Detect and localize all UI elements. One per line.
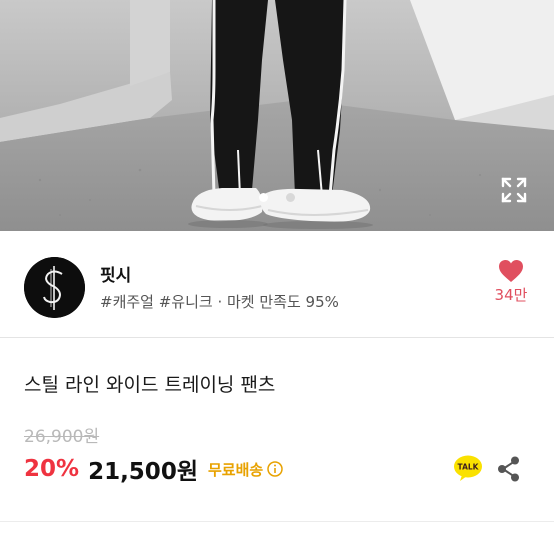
seller-tags: #캐주얼 #유니크 · 마켓 만족도 95% xyxy=(100,293,339,311)
seller-avatar[interactable] xyxy=(24,257,85,318)
price-row: 20% 21,500원 무료배송 xyxy=(24,452,283,486)
seller-name[interactable]: 핏시 xyxy=(100,261,131,286)
slide-dot-active[interactable] xyxy=(259,193,268,202)
kakao-talk-icon: TALK xyxy=(454,455,482,481)
product-image[interactable] xyxy=(0,0,554,231)
like-count: 34만 xyxy=(494,286,528,304)
seller-section: 핏시 #캐주얼 #유니크 · 마켓 만족도 95% 34만 xyxy=(0,231,554,336)
discount-rate: 20% xyxy=(24,456,80,482)
dollar-sign-logo-icon xyxy=(24,257,85,318)
product-title: 스틸 라인 와이드 트레이닝 팬츠 xyxy=(24,374,276,396)
info-icon[interactable] xyxy=(267,461,283,477)
slide-dot[interactable] xyxy=(286,193,295,202)
original-price: 26,900원 xyxy=(24,427,100,447)
bottom-divider xyxy=(0,521,554,522)
section-divider xyxy=(0,337,554,338)
expand-icon[interactable] xyxy=(500,176,528,204)
heart-icon xyxy=(499,260,523,282)
free-shipping-label: 무료배송 xyxy=(207,460,264,479)
share-button[interactable] xyxy=(496,455,522,483)
talk-label: TALK xyxy=(458,463,480,472)
share-icon xyxy=(498,456,519,482)
sale-price: 21,500원 xyxy=(88,459,198,485)
like-button[interactable]: 34만 xyxy=(488,259,534,315)
slide-indicator xyxy=(0,193,554,203)
kakao-talk-button[interactable]: TALK xyxy=(453,453,483,483)
